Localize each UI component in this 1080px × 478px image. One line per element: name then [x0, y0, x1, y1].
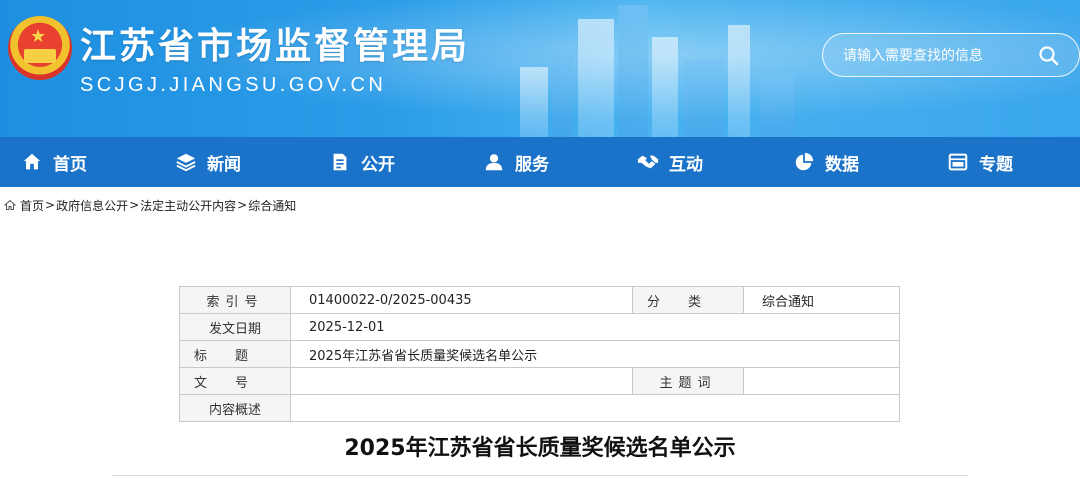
user-icon — [485, 154, 503, 171]
site-title[interactable]: 江苏省市场监督管理局 — [80, 17, 470, 69]
nav-label: 公开 — [361, 154, 395, 175]
main-nav: 首页 新闻 公开 服务 互动 数据 专题 — [0, 137, 1080, 187]
subject-value — [743, 367, 900, 395]
skyline-building — [618, 5, 648, 137]
title-divider — [112, 475, 968, 476]
breadcrumb-current[interactable]: 综合通知 — [248, 197, 296, 214]
table-row: 标题 2025年江苏省省长质量奖候选名单公示 — [179, 340, 900, 368]
subject-label: 主题词 — [632, 367, 744, 395]
skyline-building — [760, 75, 794, 137]
site-domain: SCJGJ.JIANGSU.GOV.CN — [80, 74, 387, 96]
summary-value — [290, 394, 900, 422]
date-value: 2025-12-01 — [290, 313, 900, 341]
docno-label: 文号 — [179, 367, 291, 395]
breadcrumb-separator: > — [237, 198, 248, 212]
layers-icon — [176, 153, 196, 172]
docno-value — [290, 367, 633, 395]
breadcrumb-separator: > — [129, 198, 140, 212]
category-label: 分类 — [632, 286, 744, 314]
nav-label: 专题 — [979, 154, 1013, 175]
table-row: 发文日期 2025-12-01 — [179, 313, 900, 341]
nav-item-news[interactable]: 新闻 — [175, 137, 241, 187]
search-input[interactable] — [843, 45, 1033, 67]
nav-item-interact[interactable]: 互动 — [637, 137, 703, 187]
date-label: 发文日期 — [179, 313, 291, 341]
skyline-building — [684, 59, 724, 137]
breadcrumb-statutory[interactable]: 法定主动公开内容 — [140, 197, 236, 214]
table-row: 文号 主题词 — [179, 367, 900, 395]
nav-label: 互动 — [669, 154, 703, 175]
summary-label: 内容概述 — [179, 394, 291, 422]
title-value: 2025年江苏省省长质量奖候选名单公示 — [290, 340, 900, 368]
nav-item-data[interactable]: 数据 — [793, 137, 859, 187]
header-banner: ★ 江苏省市场监督管理局 SCJGJ.JIANGSU.GOV.CN — [0, 0, 1080, 137]
document-icon — [333, 153, 347, 171]
nav-item-service[interactable]: 服务 — [483, 137, 549, 187]
nav-label: 首页 — [53, 154, 87, 175]
table-row: 索引号 01400022-0/2025-00435 分类 综合通知 — [179, 286, 900, 314]
title-label: 标题 — [179, 340, 291, 368]
nav-label: 新闻 — [207, 154, 241, 175]
nav-item-home[interactable]: 首页 — [21, 137, 87, 187]
breadcrumb-home[interactable]: 首页 — [20, 197, 44, 214]
table-row: 内容概述 — [179, 394, 900, 422]
breadcrumb-separator: > — [45, 198, 56, 212]
skyline-building — [578, 19, 614, 137]
window-icon — [948, 153, 968, 171]
home-icon — [4, 199, 16, 210]
index-label: 索引号 — [179, 286, 291, 314]
nav-label: 服务 — [515, 154, 549, 175]
breadcrumb: 首页 > 政府信息公开 > 法定主动公开内容 > 综合通知 — [4, 197, 296, 213]
nav-item-public[interactable]: 公开 — [329, 137, 395, 187]
skyline-building — [652, 37, 678, 137]
nav-item-topic[interactable]: 专题 — [947, 137, 1013, 187]
skyline-building — [520, 67, 548, 137]
national-emblem-icon: ★ — [8, 16, 72, 80]
document-title: 2025年江苏省省长质量奖候选名单公示 — [344, 436, 736, 461]
skyline-building — [552, 42, 574, 137]
breadcrumb-gov-info[interactable]: 政府信息公开 — [56, 197, 128, 214]
document-info-table: 索引号 01400022-0/2025-00435 分类 综合通知 发文日期 2… — [179, 286, 900, 422]
handshake-icon — [637, 155, 659, 169]
home-icon — [23, 153, 41, 170]
category-value: 综合通知 — [743, 286, 900, 314]
index-value: 01400022-0/2025-00435 — [290, 286, 633, 314]
nav-label: 数据 — [825, 154, 859, 175]
search-box — [822, 33, 1080, 77]
skyline-building — [728, 25, 750, 137]
search-icon[interactable] — [1037, 44, 1061, 68]
pie-chart-icon — [795, 152, 814, 171]
